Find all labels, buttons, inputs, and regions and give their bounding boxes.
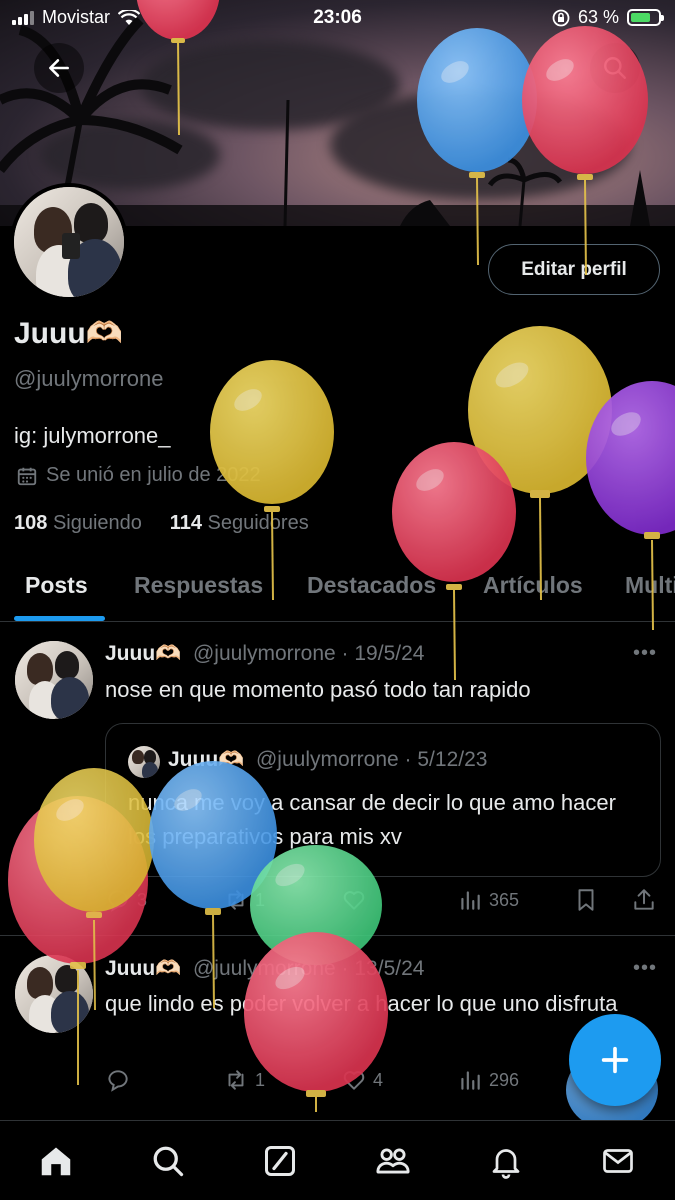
post-avatar[interactable]	[15, 641, 93, 719]
following-count: 108	[14, 512, 48, 534]
like-button[interactable]: 4	[341, 1067, 383, 1093]
reply-button[interactable]: 3	[105, 887, 147, 913]
bookmark-button[interactable]	[573, 887, 599, 913]
post-item[interactable]: Juuu🫶🏻 @juulymorrone · 13/5/24 ••• que l…	[0, 937, 675, 1119]
tab-respuestas[interactable]: Respuestas	[134, 572, 263, 599]
views-icon	[461, 1071, 480, 1090]
rotation-lock-icon	[552, 9, 570, 26]
battery-icon	[627, 9, 664, 26]
tab-articulos[interactable]: Artículos	[483, 572, 583, 599]
nav-notifications[interactable]	[484, 1139, 528, 1183]
post-header: Juuu🫶🏻 @juulymorrone · 13/5/24	[105, 957, 424, 981]
back-button[interactable]	[34, 43, 84, 93]
quote-text: nunca me voy a cansar de decir lo que am…	[128, 790, 616, 849]
like-button[interactable]	[341, 887, 373, 913]
search-icon	[604, 57, 626, 79]
views-icon	[461, 891, 480, 910]
post-header: Juuu🫶🏻 @juulymorrone · 19/5/24	[105, 642, 424, 666]
followers-count: 114	[169, 512, 202, 534]
post-text: nose en que momento pasó todo tan rapido	[105, 677, 531, 702]
tab-destacados[interactable]: Destacados	[307, 572, 436, 599]
followers-label: Seguidores	[207, 512, 309, 534]
profile-bio: ig: julymorrone_	[14, 423, 171, 448]
views-count: 296	[489, 1069, 520, 1090]
communities-icon	[376, 1148, 410, 1174]
heart-icon	[343, 891, 365, 910]
following-link[interactable]: 108 Siguiendo	[14, 512, 142, 534]
views-count: 365	[489, 889, 520, 910]
following-label: Siguiendo	[52, 512, 142, 534]
tab-posts[interactable]: Posts	[25, 572, 88, 599]
bottom-navigation	[0, 1120, 675, 1200]
nav-home[interactable]	[34, 1139, 78, 1183]
balloon-yellow	[468, 326, 612, 601]
nav-search[interactable]	[146, 1139, 190, 1183]
share-button[interactable]	[631, 887, 657, 913]
reply-count: 3	[137, 889, 148, 910]
reply-icon	[108, 1070, 128, 1092]
edit-profile-button[interactable]: Editar perfil	[488, 244, 660, 295]
reply-icon	[108, 890, 128, 912]
repost-count: 1	[255, 889, 266, 910]
heart-icon	[343, 1071, 365, 1090]
like-count: 4	[373, 1069, 384, 1090]
more-options-icon[interactable]: •••	[633, 642, 657, 665]
more-options-icon[interactable]: •••	[633, 957, 657, 980]
repost-button[interactable]: 1	[223, 1067, 265, 1093]
post-handle: @juulymorrone	[192, 642, 336, 665]
profile-name: Juuu🫶🏻	[14, 317, 124, 350]
battery-percent: 63 %	[577, 7, 619, 27]
post-date: · 13/5/24	[341, 957, 425, 980]
post-item[interactable]: Juuu🫶🏻 @juulymorrone · 19/5/24 ••• nose …	[0, 623, 675, 936]
quote-header: Juuu🫶🏻 @juulymorrone · 5/12/23	[168, 748, 487, 772]
quote-handle: @juulymorrone	[255, 748, 399, 771]
follow-stats: 108 Siguiendo 114 Seguidores	[14, 512, 309, 535]
profile-tabs: Posts Respuestas Destacados Artículos Mu…	[0, 560, 675, 622]
compose-button[interactable]	[569, 1014, 661, 1106]
joined-date: Se unió en julio de 2022	[16, 464, 261, 487]
profile-handle: @juulymorrone	[14, 366, 164, 391]
search-icon	[153, 1146, 184, 1177]
calendar-icon	[17, 467, 37, 485]
followers-link[interactable]: 114 Seguidores	[170, 512, 309, 534]
tab-indicator	[14, 616, 105, 621]
plus-icon	[601, 1046, 629, 1074]
post-handle: @juulymorrone	[192, 957, 336, 980]
views-button[interactable]: 365	[457, 887, 519, 913]
post-author[interactable]: Juuu🫶🏻	[105, 957, 181, 980]
profile-avatar[interactable]	[10, 183, 128, 301]
post-actions: 3 1 365	[105, 887, 661, 917]
home-icon	[41, 1147, 71, 1176]
arrow-left-icon	[49, 59, 69, 77]
messages-icon	[603, 1149, 633, 1173]
repost-icon	[228, 1070, 244, 1090]
status-bar: Movistar 23:06 63 %	[0, 0, 675, 36]
repost-count: 1	[255, 1069, 266, 1090]
repost-button[interactable]: 1	[223, 887, 265, 913]
post-text: que lindo es poder volver a hacer lo que…	[105, 991, 618, 1016]
tab-multimedia[interactable]: Multimedia	[625, 572, 675, 599]
quote-author: Juuu🫶🏻	[168, 748, 245, 771]
grok-icon	[265, 1146, 295, 1176]
reply-button[interactable]	[105, 1067, 137, 1093]
views-button[interactable]: 296	[457, 1067, 519, 1093]
nav-messages[interactable]	[596, 1139, 640, 1183]
bookmark-icon	[578, 889, 594, 911]
nav-communities[interactable]	[371, 1139, 415, 1183]
quote-date: · 5/12/23	[404, 748, 488, 771]
joined-label: Se unió en julio de 2022	[46, 464, 261, 486]
notifications-icon	[492, 1149, 520, 1179]
share-icon	[634, 889, 654, 910]
quote-avatar	[128, 746, 160, 778]
post-date: · 19/5/24	[341, 642, 425, 665]
post-author[interactable]: Juuu🫶🏻	[105, 642, 181, 665]
quoted-post[interactable]: Juuu🫶🏻 @juulymorrone · 5/12/23 nunca me …	[105, 723, 661, 877]
post-avatar[interactable]	[15, 955, 93, 1033]
nav-grok[interactable]	[258, 1139, 302, 1183]
repost-icon	[228, 890, 244, 910]
search-button[interactable]	[590, 43, 640, 93]
